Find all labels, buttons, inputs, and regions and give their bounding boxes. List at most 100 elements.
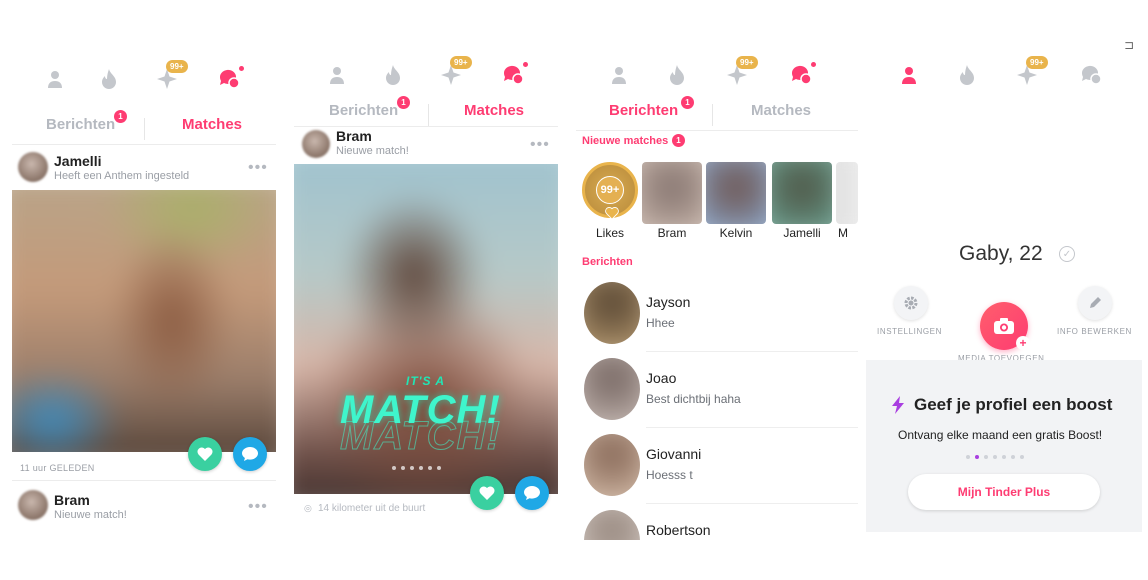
likes-nav-button[interactable]: 99+ <box>722 56 758 90</box>
tinder-plus-button[interactable]: Mijn Tinder Plus <box>908 474 1100 510</box>
list-item[interactable]: Giovanni Hoesss t <box>576 428 858 504</box>
list-item[interactable]: Robertson <box>576 504 858 540</box>
list-item[interactable]: Jayson Hhee <box>576 276 858 352</box>
message-button[interactable] <box>515 476 549 510</box>
tab-berichten[interactable]: Berichten <box>329 102 398 119</box>
more-options-button[interactable]: ••• <box>530 136 550 154</box>
likes-badge: 99+ <box>1026 56 1048 69</box>
more-options-button[interactable]: ••• <box>248 498 268 516</box>
messages-nav-button[interactable] <box>786 60 816 90</box>
person-icon <box>48 71 62 88</box>
feed-name[interactable]: Bram <box>54 492 90 508</box>
match-thumb[interactable] <box>772 162 832 224</box>
flame-icon <box>102 69 116 89</box>
swipe-nav-button[interactable] <box>94 64 124 94</box>
tab-berichten[interactable]: Berichten <box>46 116 115 133</box>
more-options-button[interactable]: ••• <box>248 159 268 177</box>
tab-divider <box>712 104 713 126</box>
messages-nav-button[interactable] <box>1076 60 1106 90</box>
person-icon <box>612 67 626 84</box>
match-thumb[interactable] <box>706 162 766 224</box>
avatar[interactable] <box>18 152 48 182</box>
tab-matches[interactable]: Matches <box>464 102 524 119</box>
profile-nav-button[interactable] <box>604 60 634 90</box>
message-preview: Best dichtbij haha <box>646 392 741 406</box>
likes-nav-button[interactable]: 99+ <box>152 60 188 94</box>
swipe-nav-button[interactable] <box>378 60 408 90</box>
match-name: Kelvin <box>719 226 753 240</box>
divider <box>12 144 276 145</box>
page-dot[interactable] <box>419 466 423 470</box>
tab-matches[interactable]: Matches <box>751 102 811 119</box>
messages-nav-button[interactable] <box>214 64 244 94</box>
profile-nav-button[interactable] <box>322 60 352 90</box>
message-preview: Hoesss t <box>646 468 693 482</box>
match-name: Bram <box>657 226 687 240</box>
feed-name[interactable]: Jamelli <box>54 153 101 169</box>
page-dot-active[interactable] <box>975 455 979 459</box>
page-dot[interactable] <box>993 455 997 459</box>
page-dot[interactable] <box>392 466 396 470</box>
match-photo[interactable]: IT'S A MATCH! MATCH! <box>294 164 558 494</box>
page-dot[interactable] <box>1020 455 1024 459</box>
likes-nav-button[interactable]: 99+ <box>436 56 472 90</box>
top-nav: 99+ <box>576 56 858 100</box>
likes-nav-button[interactable]: 99+ <box>1012 56 1048 90</box>
gear-icon <box>904 296 918 310</box>
photo-pagination <box>392 466 441 470</box>
page-dot[interactable] <box>428 466 432 470</box>
match-name: Jamelli <box>783 226 821 240</box>
match-text: MATCH! <box>340 388 501 432</box>
berichten-badge: 1 <box>681 96 694 109</box>
exit-icon[interactable]: ⊐ <box>1124 38 1134 52</box>
tab-bar: Berichten 1 Matches <box>12 110 276 152</box>
avatar[interactable] <box>302 130 330 158</box>
avatar[interactable] <box>18 490 48 520</box>
settings-label: INSTELLINGEN <box>877 327 942 336</box>
feed-subtitle: Heeft een Anthem ingesteld <box>54 170 190 182</box>
screen-match-card: 99+ Berichten 1 Matches Bram Nieuwe matc… <box>294 40 558 540</box>
profile-nav-button[interactable] <box>894 60 924 90</box>
page-dot[interactable] <box>984 455 988 459</box>
likes-tile[interactable]: 99+ <box>582 162 638 219</box>
likes-badge: 99+ <box>736 56 758 69</box>
page-dot[interactable] <box>1011 455 1015 459</box>
page-dot[interactable] <box>401 466 405 470</box>
page-dot[interactable] <box>1002 455 1006 459</box>
chat-bubbles-icon <box>503 65 524 85</box>
profile-name: Gaby, 22 <box>959 242 1043 265</box>
feed-photo[interactable] <box>12 190 276 452</box>
page-dot[interactable] <box>410 466 414 470</box>
message-button[interactable] <box>233 437 267 471</box>
list-item[interactable]: Joao Best dichtbij haha <box>576 352 858 428</box>
chat-icon <box>524 485 540 500</box>
new-indicator <box>811 62 816 67</box>
avatar <box>584 510 640 540</box>
like-button[interactable] <box>188 437 222 471</box>
tab-berichten[interactable]: Berichten <box>609 102 678 119</box>
match-thumb[interactable] <box>642 162 702 224</box>
divider <box>12 480 276 481</box>
screen-matches-feed: 99+ Berichten 1 Matches Jamelli Heeft ee… <box>12 40 276 540</box>
top-nav: 99+ <box>12 60 276 104</box>
tab-matches[interactable]: Matches <box>182 116 242 133</box>
pencil-icon <box>1090 297 1101 308</box>
page-dot[interactable] <box>966 455 970 459</box>
new-indicator <box>523 62 528 67</box>
edit-info-button[interactable] <box>1078 286 1112 320</box>
berichten-badge: 1 <box>397 96 410 109</box>
add-media-button[interactable]: + <box>980 302 1030 350</box>
like-button[interactable] <box>470 476 504 510</box>
settings-button[interactable] <box>894 286 928 320</box>
carousel-dots <box>966 455 1024 459</box>
page-dot[interactable] <box>437 466 441 470</box>
avatar <box>584 358 640 420</box>
match-thumb[interactable] <box>836 162 858 224</box>
bolt-icon <box>892 396 904 414</box>
profile-nav-button[interactable] <box>40 64 70 94</box>
card-name[interactable]: Bram <box>336 128 372 144</box>
swipe-nav-button[interactable] <box>952 60 982 90</box>
heart-icon <box>605 207 619 219</box>
messages-nav-button[interactable] <box>498 60 528 90</box>
swipe-nav-button[interactable] <box>662 60 692 90</box>
